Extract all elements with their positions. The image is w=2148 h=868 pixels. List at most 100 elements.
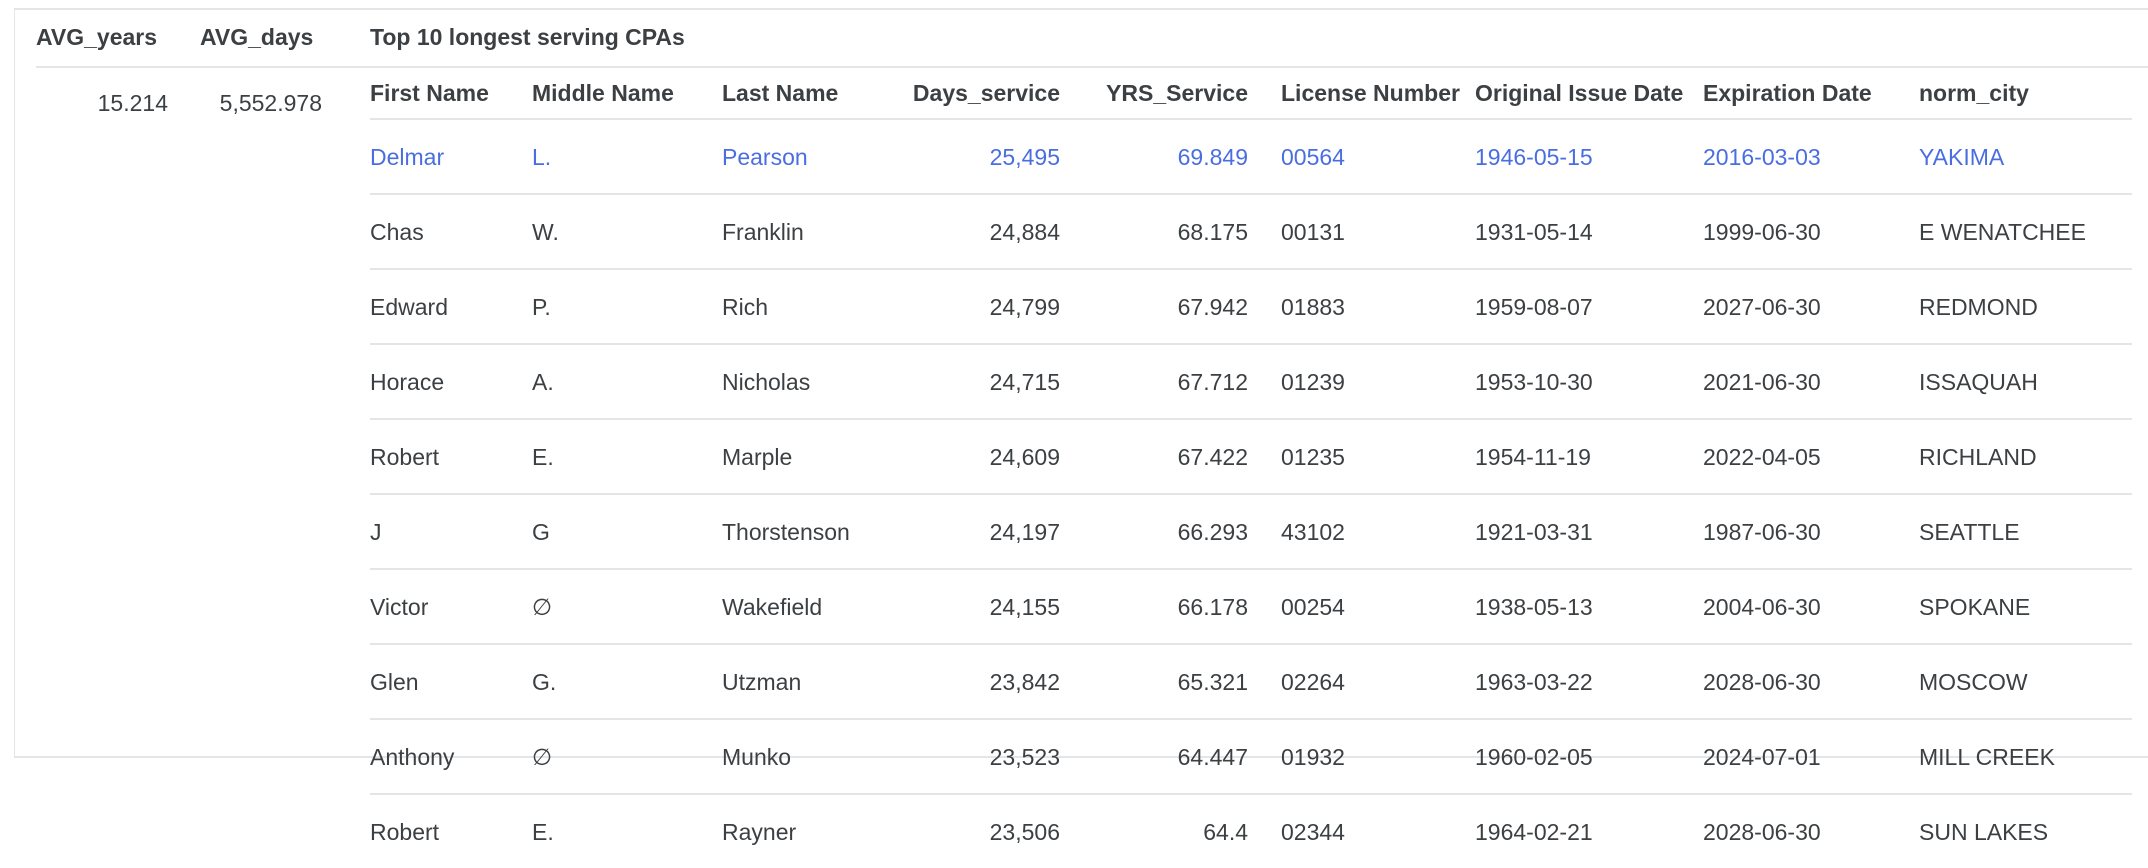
cell-license-number: 02264 (1248, 644, 1475, 720)
avg-days-value: 5,552.978 (219, 90, 322, 116)
cell-expiration-date: 2024-07-01 (1703, 719, 1919, 795)
top10-table: First Name Middle Name Last Name Days_se… (370, 68, 2132, 868)
cell-middle-name: E. (532, 419, 722, 495)
cell-last-name: Utzman (722, 644, 896, 720)
top10-header-row: First Name Middle Name Last Name Days_se… (370, 68, 2132, 120)
cell-days-service: 23,506 (989, 819, 1060, 845)
cell-days-service: 25,495 (896, 119, 1060, 195)
cell-last-name: Marple (722, 419, 896, 495)
cell-norm-city: E WENATCHEE (1919, 194, 2132, 270)
cell-original-issue-date: 1959-08-07 (1475, 269, 1703, 345)
cell-expiration-date: 1987-06-30 (1703, 494, 1919, 570)
table-row[interactable]: Horace A. Nicholas 24,715 67.712 01239 1953-10… (370, 344, 2132, 420)
col-yrs-service[interactable]: YRS_Service (1060, 68, 1248, 120)
cell-norm-city: SEATTLE (1919, 494, 2132, 570)
cell-yrs-service: 68.175 (1060, 194, 1248, 270)
outer-header-row: AVG_years AVG_days Top 10 longest servin… (36, 8, 2148, 68)
cell-license-number: 01239 (1248, 344, 1475, 420)
cell-middle-name: W. (532, 194, 722, 270)
cell-expiration-date: 2016-03-03 (1703, 119, 1919, 195)
cell-first-name: Victor (370, 569, 532, 645)
top10-header: Top 10 longest serving CPAs (370, 8, 2148, 68)
avg-years-header: AVG_years (36, 8, 200, 68)
cell-middle-name: A. (532, 344, 722, 420)
col-middle-name[interactable]: Middle Name (532, 68, 722, 120)
cell-days-service: 24,884 (896, 194, 1060, 270)
cell-days-service: 24,155 (896, 569, 1060, 645)
cell-middle-name: L. (532, 119, 722, 195)
cell-first-name: Robert (370, 419, 532, 495)
cell-original-issue-date: 1931-05-14 (1475, 194, 1703, 270)
cell-license-number: 02344 (1281, 819, 1345, 845)
cell-middle-name: G (532, 494, 722, 570)
cell-license-number: 00564 (1248, 119, 1475, 195)
cell-license-number: 00254 (1248, 569, 1475, 645)
table-row[interactable]: J G Thorstenson 24,197 66.293 43102 1921-03-31… (370, 494, 2132, 570)
col-license-number[interactable]: License Number (1248, 68, 1475, 120)
cell-last-name: Rayner (722, 819, 797, 845)
avg-days-header: AVG_days (200, 8, 370, 68)
cell-last-name: Nicholas (722, 344, 896, 420)
cell-original-issue-date: 1964-02-21 (1475, 819, 1593, 845)
cell-last-name: Franklin (722, 194, 896, 270)
cell-norm-city: REDMOND (1919, 269, 2132, 345)
table-row[interactable]: Glen G. Utzman 23,842 65.321 02264 1963-03-22 2… (370, 644, 2132, 720)
cell-first-name: Delmar (370, 119, 532, 195)
cell-days-service: 24,799 (896, 269, 1060, 345)
col-days-service[interactable]: Days_service (896, 68, 1060, 120)
cell-norm-city: MOSCOW (1919, 644, 2132, 720)
table-row[interactable]: Victor ∅ Wakefield 24,155 66.178 00254 1938-05… (370, 569, 2132, 645)
cell-norm-city: SPOKANE (1919, 569, 2132, 645)
top10-cell: First Name Middle Name Last Name Days_se… (370, 67, 2148, 868)
cell-license-number: 43102 (1248, 494, 1475, 570)
cell-middle-name: ∅ (532, 719, 722, 795)
cell-expiration-date: 1999-06-30 (1703, 194, 1919, 270)
cell-expiration-date: 2021-06-30 (1703, 344, 1919, 420)
col-original-issue-date[interactable]: Original Issue Date (1475, 68, 1703, 120)
cell-first-name: Horace (370, 344, 532, 420)
cell-original-issue-date: 1953-10-30 (1475, 344, 1703, 420)
table-row[interactable]: Robert E. Marple 24,609 67.422 01235 1954-11-1… (370, 419, 2132, 495)
cell-license-number: 01883 (1248, 269, 1475, 345)
cell-norm-city: RICHLAND (1919, 419, 2132, 495)
table-row[interactable]: Chas W. Franklin 24,884 68.175 00131 1931-05-1… (370, 194, 2132, 270)
cell-days-service: 24,609 (896, 419, 1060, 495)
avg-years-value: 15.214 (97, 90, 168, 116)
cell-expiration-date: 2004-06-30 (1703, 569, 1919, 645)
cell-original-issue-date: 1921-03-31 (1475, 494, 1703, 570)
cell-norm-city: MILL CREEK (1919, 719, 2132, 795)
cell-expiration-date: 2022-04-05 (1703, 419, 1919, 495)
table-row[interactable]: Anthony ∅ Munko 23,523 64.447 01932 1960-02-05… (370, 719, 2132, 795)
col-last-name[interactable]: Last Name (722, 68, 896, 120)
cell-last-name: Munko (722, 719, 896, 795)
cell-yrs-service: 69.849 (1060, 119, 1248, 195)
cell-first-name: J (370, 494, 532, 570)
table-row[interactable]: Edward P. Rich 24,799 67.942 01883 1959-08-07 2… (370, 269, 2132, 345)
cell-yrs-service: 64.4 (1203, 819, 1248, 845)
table-row[interactable]: Delmar L. Pearson 25,495 69.849 00564 1946-05-… (370, 119, 2132, 195)
cell-first-name: Robert (370, 819, 440, 845)
cell-yrs-service: 65.321 (1060, 644, 1248, 720)
cell-first-name: Chas (370, 194, 532, 270)
cell-last-name: Wakefield (722, 569, 896, 645)
table-row[interactable]: Robert E. Rayner 23,506 64.4 02344 1964-02-21 2… (370, 794, 2132, 868)
cell-days-service: 24,197 (896, 494, 1060, 570)
cell-expiration-date: 2028-06-30 (1703, 819, 1821, 845)
cell-yrs-service: 66.293 (1060, 494, 1248, 570)
cell-original-issue-date: 1946-05-15 (1475, 119, 1703, 195)
col-first-name[interactable]: First Name (370, 68, 532, 120)
cell-original-issue-date: 1960-02-05 (1475, 719, 1703, 795)
cell-days-service: 23,523 (896, 719, 1060, 795)
cell-yrs-service: 66.178 (1060, 569, 1248, 645)
cell-license-number: 00131 (1248, 194, 1475, 270)
cell-middle-name: P. (532, 269, 722, 345)
cell-middle-name: G. (532, 644, 722, 720)
cell-yrs-service: 64.447 (1060, 719, 1248, 795)
cell-yrs-service: 67.712 (1060, 344, 1248, 420)
cell-license-number: 01235 (1248, 419, 1475, 495)
cell-expiration-date: 2028-06-30 (1703, 644, 1919, 720)
col-norm-city[interactable]: norm_city (1919, 68, 2132, 120)
col-expiration-date[interactable]: Expiration Date (1703, 68, 1919, 120)
cell-norm-city: SUN LAKES (1919, 819, 2049, 845)
cell-original-issue-date: 1954-11-19 (1475, 419, 1703, 495)
